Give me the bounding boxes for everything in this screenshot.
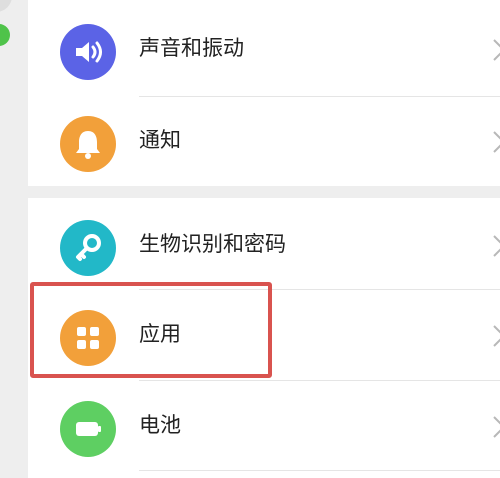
chevron-right-icon — [493, 39, 500, 61]
settings-item-apps[interactable]: 应用 — [28, 288, 500, 380]
settings-group-sound-notifications: 声音和振动 通知 — [28, 0, 500, 186]
settings-item-biometrics-password[interactable]: 生物识别和密码 — [28, 198, 500, 290]
settings-item-label: 通知 — [139, 128, 181, 152]
chevron-right-icon — [493, 325, 500, 347]
divider — [139, 470, 500, 471]
status-dot — [0, 24, 10, 46]
key-icon — [60, 220, 116, 276]
chevron-right-icon — [493, 416, 500, 438]
settings-item-sound-vibration[interactable]: 声音和振动 — [28, 2, 500, 94]
battery-icon — [60, 401, 116, 457]
settings-item-label: 应用 — [139, 322, 181, 346]
settings-item-label: 电池 — [139, 413, 181, 437]
settings-item-notifications[interactable]: 通知 — [28, 94, 500, 186]
partial-edge-element — [0, 0, 12, 12]
apps-grid-icon — [60, 310, 116, 366]
settings-item-label: 生物识别和密码 — [139, 232, 286, 256]
chevron-right-icon — [493, 131, 500, 153]
speaker-icon — [60, 24, 116, 80]
settings-item-label: 声音和振动 — [139, 36, 244, 60]
settings-item-battery[interactable]: 电池 — [28, 379, 500, 471]
chevron-right-icon — [493, 235, 500, 257]
settings-group-security-apps-battery: 生物识别和密码 应用 电池 — [28, 198, 500, 478]
bell-icon — [60, 116, 116, 172]
